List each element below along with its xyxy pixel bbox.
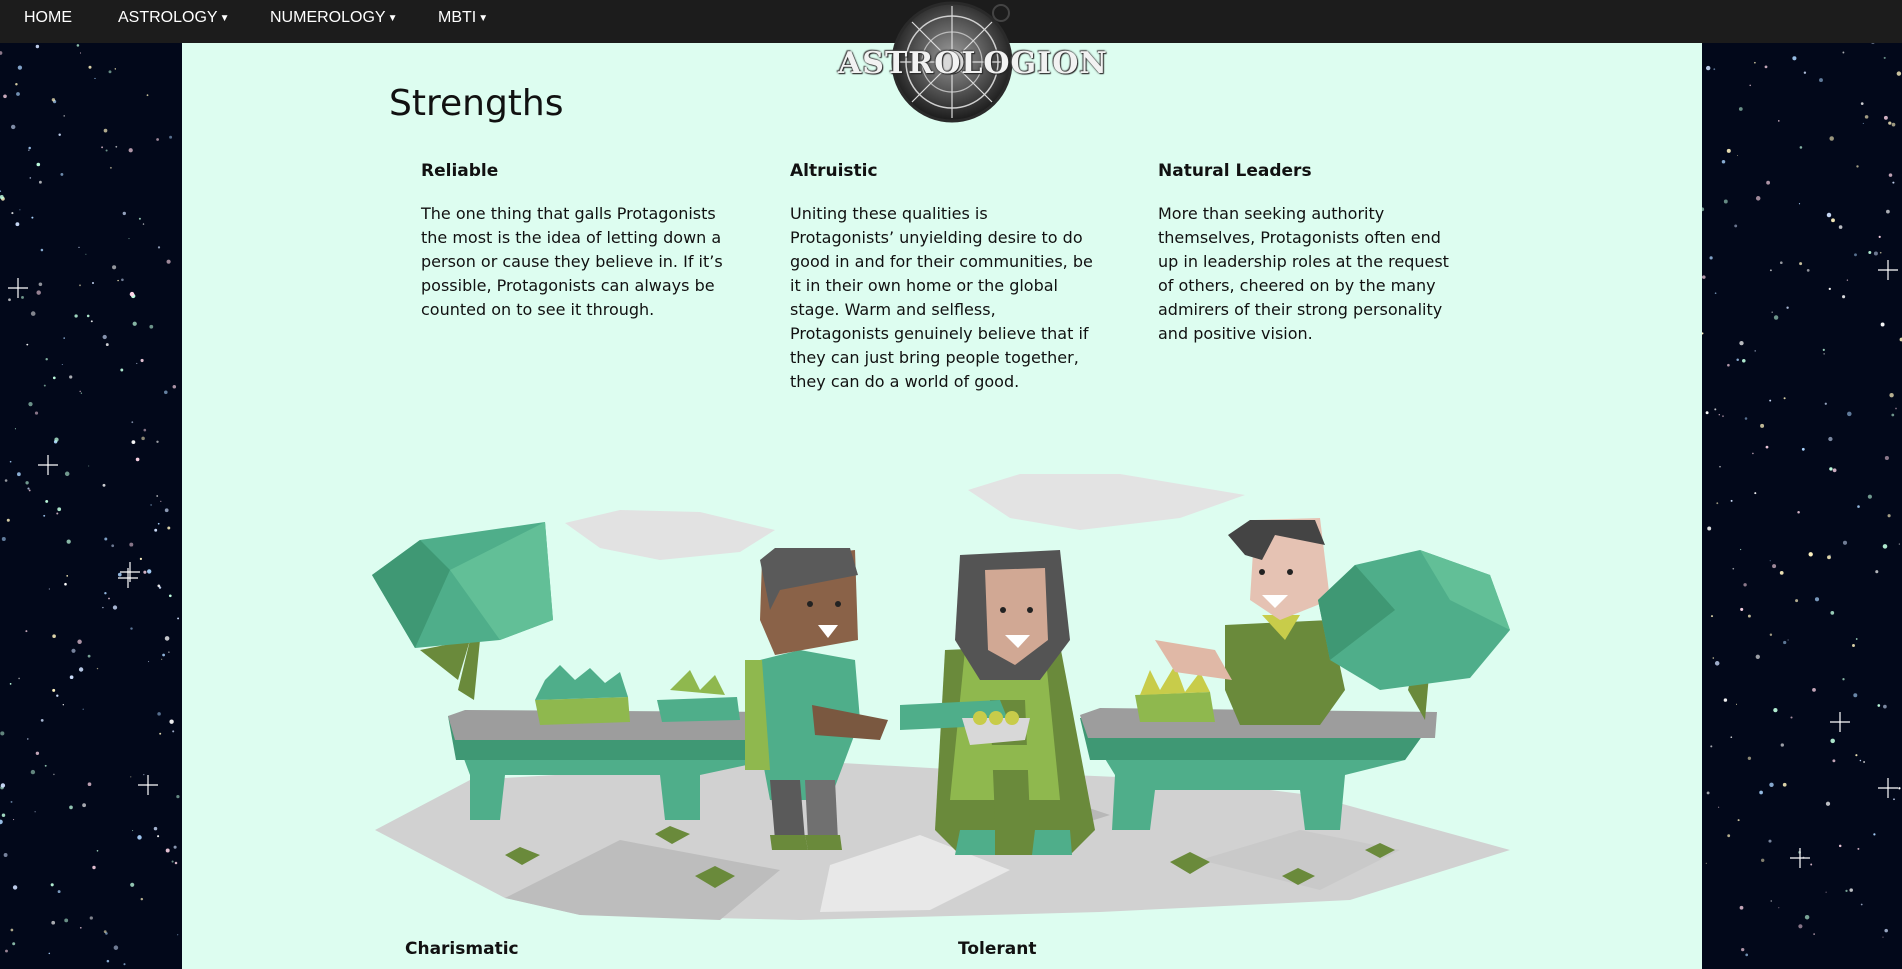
strength-text: More than seeking authority themselves, … bbox=[1158, 204, 1449, 343]
nav-mbti-dropdown[interactable]: MBTI ▼ bbox=[438, 0, 488, 36]
caret-down-icon: ▼ bbox=[478, 13, 489, 24]
nav-home[interactable]: HOME bbox=[24, 0, 72, 36]
strength-heading-tolerant: Tolerant bbox=[958, 939, 1037, 959]
strength-title: Altruistic bbox=[790, 161, 878, 181]
site-logo[interactable]: ASTROLOGION bbox=[838, 0, 1108, 124]
caret-down-icon: ▼ bbox=[219, 13, 230, 24]
strength-title: Natural Leaders bbox=[1158, 161, 1312, 181]
strength-text: The one thing that galls Protagonists th… bbox=[421, 204, 723, 319]
strength-title: Reliable bbox=[421, 161, 499, 181]
strength-item-natural-leaders: Natural Leaders More than seeking author… bbox=[1158, 162, 1463, 346]
strength-item-reliable: Reliable The one thing that galls Protag… bbox=[421, 162, 726, 322]
nav-mbti-label: MBTI bbox=[438, 9, 477, 26]
nav-astrology-dropdown[interactable]: ASTROLOGY ▼ bbox=[118, 0, 229, 36]
section-title: Strengths bbox=[389, 83, 564, 124]
nav-numerology-label: NUMEROLOGY bbox=[270, 9, 386, 26]
strength-heading-charismatic: Charismatic bbox=[405, 939, 519, 959]
strength-text: Uniting these qualities is Protagonists’… bbox=[790, 204, 1093, 391]
logo-text: ASTROLOGION bbox=[838, 46, 1108, 81]
caret-down-icon: ▼ bbox=[387, 13, 398, 24]
protagonists-illustration bbox=[372, 474, 1510, 920]
nav-home-label: HOME bbox=[24, 9, 72, 26]
nav-numerology-dropdown[interactable]: NUMEROLOGY ▼ bbox=[270, 0, 397, 36]
strength-item-altruistic: Altruistic Uniting these qualities is Pr… bbox=[790, 162, 1095, 394]
nav-astrology-label: ASTROLOGY bbox=[118, 9, 218, 26]
